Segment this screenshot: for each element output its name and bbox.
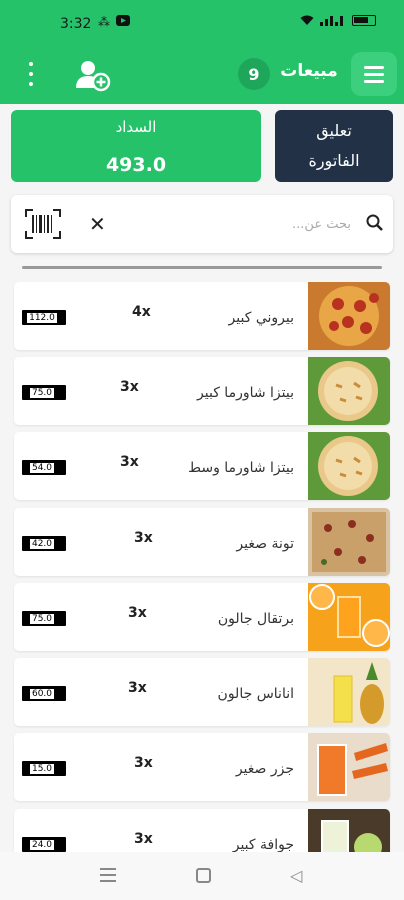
pineapple-juice-image: [308, 658, 390, 726]
product-card[interactable]: 15.0 3x جزر صغير: [14, 733, 390, 801]
product-name: بيتزا شاورما وسط: [188, 460, 294, 476]
orange-juice-image: [308, 583, 390, 651]
product-name: جزر صغير: [235, 761, 294, 777]
system-nav-bar: ◁: [0, 852, 404, 900]
price-tag: 60.0: [22, 686, 66, 701]
price-tag: 75.0: [22, 611, 66, 626]
search-bar: ✕: [11, 195, 393, 253]
quantity: 3x: [120, 379, 139, 395]
pepperoni-pizza-image: [308, 282, 390, 350]
product-name: تونة صغير: [236, 536, 294, 552]
home-icon[interactable]: [196, 868, 211, 883]
back-icon[interactable]: ◁: [290, 866, 302, 885]
hold-invoice-label-line2: الفاتورة: [308, 151, 360, 170]
recent-apps-icon[interactable]: [100, 868, 116, 882]
product-card[interactable]: 75.0 3x برتقال جالون: [14, 583, 390, 651]
quantity: 4x: [132, 304, 151, 320]
shawarma-pizza-image: [308, 357, 390, 425]
price-tag: 15.0: [22, 761, 66, 776]
price-tag: 42.0: [22, 536, 66, 551]
divider: [22, 266, 382, 269]
quantity: 3x: [134, 530, 153, 546]
quantity: 3x: [134, 755, 153, 771]
status-time: 3:32: [60, 16, 92, 32]
quantity: 3x: [128, 680, 147, 696]
product-name: بيروني كبير: [228, 310, 294, 326]
product-card[interactable]: 24.0 3x جوافة كبير: [14, 809, 390, 852]
hold-invoice-label-line1: تعليق: [316, 121, 352, 140]
shawarma-pizza-image: [308, 432, 390, 500]
guava-juice-image: [308, 809, 390, 852]
payment-label: السداد: [115, 118, 157, 136]
sales-count-badge: 9: [238, 58, 270, 90]
carrot-juice-image: [308, 733, 390, 801]
signal-icon: [320, 16, 343, 26]
payment-button[interactable]: السداد 493.0: [11, 110, 261, 182]
battery-icon: [352, 15, 376, 26]
product-name: برتقال جالون: [217, 611, 294, 627]
product-name: جوافة كبير: [232, 837, 294, 852]
quantity: 3x: [134, 831, 153, 847]
status-system-icons: [300, 15, 376, 26]
search-input[interactable]: [121, 209, 351, 239]
clear-search-icon[interactable]: ✕: [89, 212, 106, 236]
menu-button[interactable]: [351, 52, 397, 96]
price-tag: 24.0: [22, 837, 66, 852]
add-customer-icon[interactable]: [74, 58, 112, 92]
barcode-scan-icon[interactable]: [25, 209, 61, 239]
product-card[interactable]: 42.0 3x تونة صغير: [14, 508, 390, 576]
status-notification-icons: ⁂: [98, 15, 130, 29]
app-bar: 9 مبيعات: [0, 44, 404, 104]
more-options-icon[interactable]: [22, 62, 40, 86]
status-bar: 3:32 ⁂: [0, 0, 404, 44]
product-name: بيتزا شاورما كبير: [197, 385, 294, 401]
hold-invoice-button[interactable]: تعليق الفاتورة: [275, 110, 393, 182]
product-card[interactable]: 54.0 3x بيتزا شاورما وسط: [14, 432, 390, 500]
search-icon[interactable]: [365, 213, 385, 233]
payment-total: 493.0: [105, 154, 167, 176]
product-card[interactable]: 60.0 3x اناناس جالون: [14, 658, 390, 726]
product-name: اناناس جالون: [217, 686, 294, 702]
wifi-icon: [300, 15, 314, 25]
page-title: مبيعات: [280, 61, 338, 81]
product-card[interactable]: 112.0 4x بيروني كبير: [14, 282, 390, 350]
product-card[interactable]: 75.0 3x بيتزا شاورما كبير: [14, 357, 390, 425]
quantity: 3x: [128, 605, 147, 621]
price-tag: 75.0: [22, 385, 66, 400]
price-tag: 54.0: [22, 460, 66, 475]
youtube-icon: [116, 15, 130, 26]
price-tag: 112.0: [22, 310, 66, 325]
tuna-pizza-image: [308, 508, 390, 576]
quantity: 3x: [120, 454, 139, 470]
share-icon: ⁂: [98, 15, 110, 29]
product-list: 112.0 4x بيروني كبير 75.0 3x بيتزا شاورم…: [0, 282, 404, 852]
